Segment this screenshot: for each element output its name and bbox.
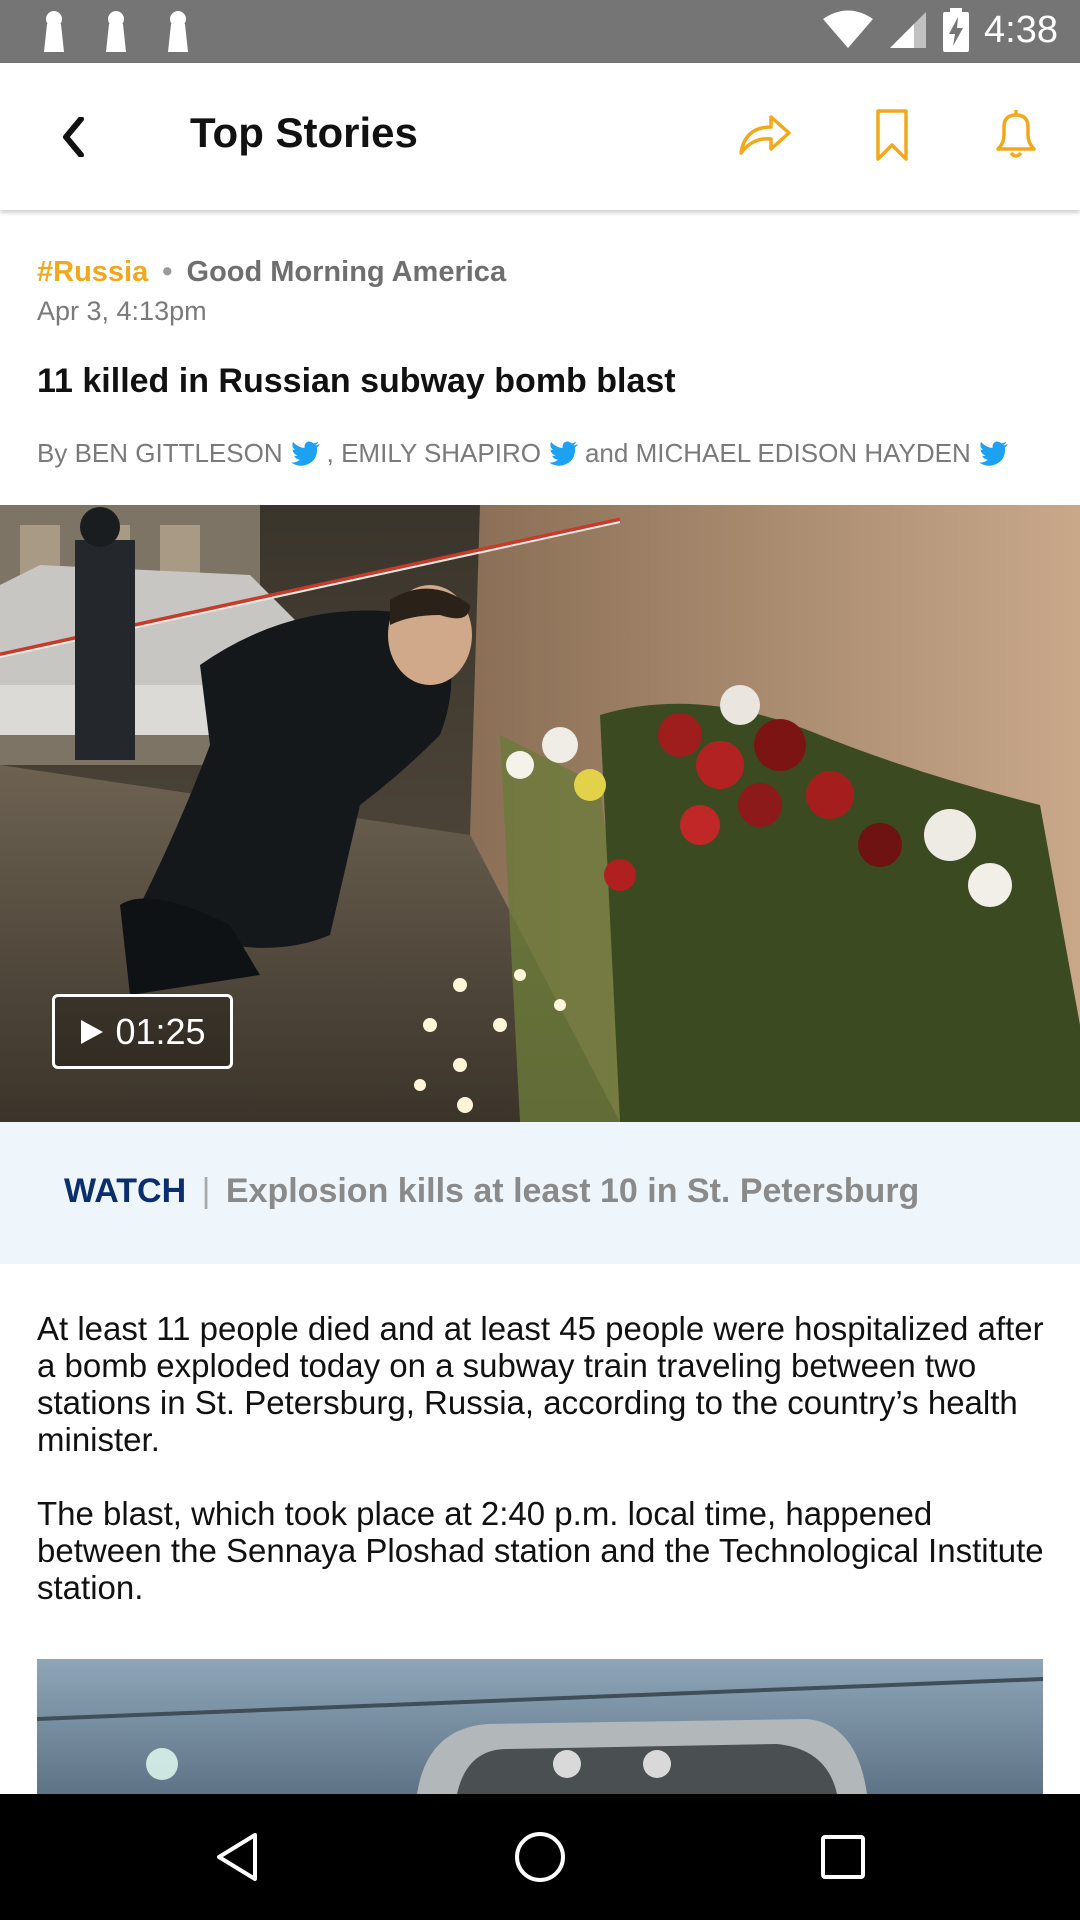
- system-nav-bar: [0, 1794, 1080, 1920]
- article-headline: 11 killed in Russian subway bomb blast: [37, 362, 676, 400]
- recents-square-icon[interactable]: [813, 1827, 873, 1887]
- notification-icon: [44, 11, 64, 52]
- byline-and: and: [584, 438, 629, 468]
- byline: By BEN GITTLESON , EMILY SHAPIRO and MIC…: [37, 438, 1015, 469]
- notification-icon: [106, 11, 126, 52]
- bell-icon[interactable]: [986, 105, 1046, 165]
- share-icon[interactable]: [735, 105, 795, 165]
- topic-tag-link[interactable]: #Russia: [37, 256, 148, 288]
- watch-divider: |: [201, 1172, 211, 1210]
- twitter-icon[interactable]: [978, 440, 1009, 467]
- notification-icon: [168, 11, 188, 52]
- watch-title: Explosion kills at least 10 in St. Peter…: [225, 1172, 920, 1210]
- author-link[interactable]: MICHAEL EDISON HAYDEN: [636, 438, 971, 469]
- battery-charging-icon: [943, 8, 970, 52]
- play-icon: [81, 1019, 104, 1044]
- news-photo: [37, 1659, 1043, 1794]
- watch-label: WATCH: [64, 1172, 187, 1210]
- article-paragraph: The blast, which took place at 2:40 p.m.…: [37, 1495, 1044, 1606]
- twitter-icon[interactable]: [290, 440, 321, 467]
- article-meta: #Russia • Good Morning America: [37, 256, 506, 289]
- back-button[interactable]: [50, 109, 98, 165]
- bookmark-icon[interactable]: [862, 105, 922, 165]
- chevron-left-icon: [63, 117, 84, 157]
- back-triangle-icon[interactable]: [207, 1827, 267, 1887]
- wifi-icon: [823, 10, 874, 48]
- article-paragraph: At least 11 people died and at least 45 …: [37, 1310, 1044, 1458]
- meta-separator: •: [162, 256, 173, 288]
- play-video-button[interactable]: 01:25: [52, 994, 233, 1069]
- video-duration: 01:25: [115, 1010, 206, 1052]
- source-name: Good Morning America: [186, 256, 507, 288]
- inline-photo[interactable]: [37, 1659, 1043, 1794]
- publish-date: Apr 3, 4:13pm: [37, 296, 207, 326]
- byline-comma: ,: [326, 438, 334, 468]
- clock: 4:38: [984, 8, 1058, 51]
- page-title: Top Stories: [190, 109, 418, 156]
- home-circle-icon[interactable]: [510, 1827, 570, 1887]
- twitter-icon[interactable]: [548, 440, 579, 467]
- cell-signal-icon: [890, 12, 927, 48]
- status-bar: 4:38: [0, 0, 1080, 63]
- notification-icons: [34, 10, 198, 54]
- byline-prefix: By: [37, 438, 68, 468]
- author-link[interactable]: EMILY SHAPIRO: [341, 438, 541, 469]
- author-link[interactable]: BEN GITTLESON: [75, 438, 283, 469]
- app-bar: Top Stories: [0, 63, 1080, 210]
- watch-video-banner[interactable]: WATCH | Explosion kills at least 10 in S…: [0, 1122, 1080, 1264]
